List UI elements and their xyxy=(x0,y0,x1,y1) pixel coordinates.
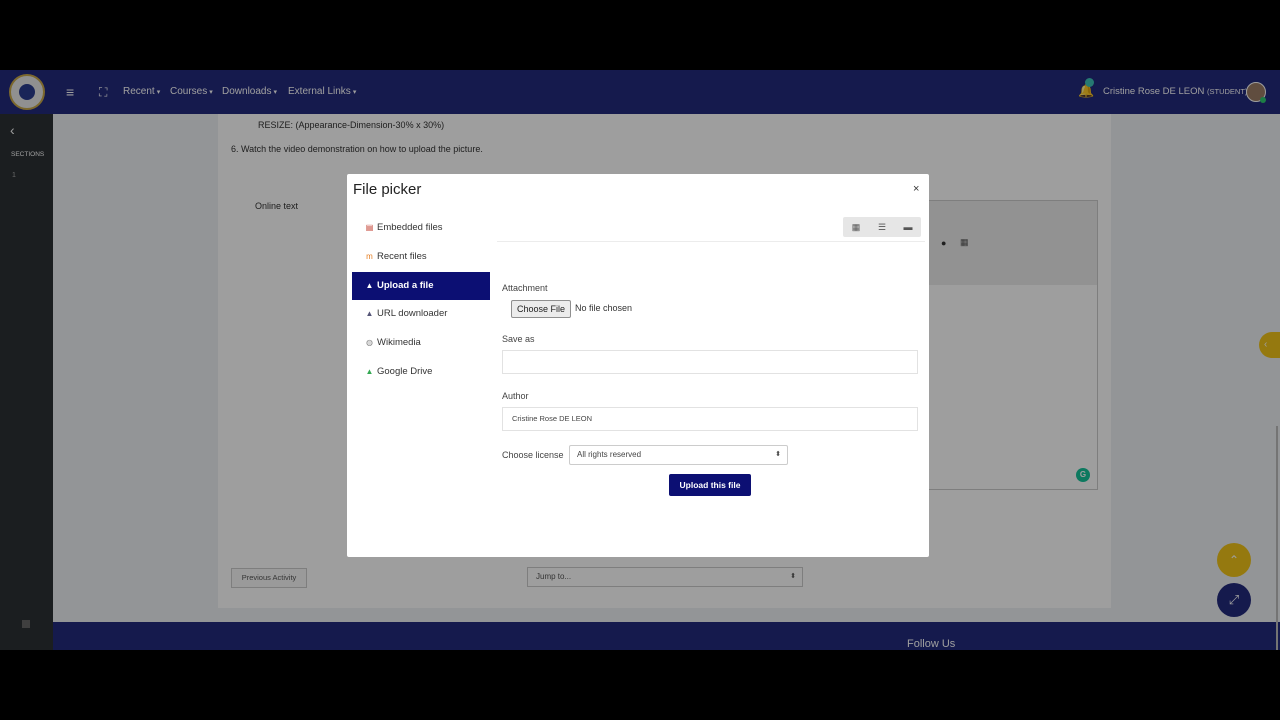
upload-this-file-button[interactable]: Upload this file xyxy=(669,474,751,496)
google-drive-icon: ▲ xyxy=(365,367,374,376)
file-picker-dialog: File picker × ▤ Embedded files m Recent fi… xyxy=(347,174,929,557)
wikimedia-icon: ◍ xyxy=(366,338,373,347)
view-toggle-group: ▦ ☰ ▬ xyxy=(843,217,921,237)
attachment-label: Attachment xyxy=(502,283,548,293)
repo-embedded-files[interactable]: ▤ Embedded files xyxy=(352,214,490,242)
folder-view-icon[interactable]: ▬ xyxy=(895,217,921,237)
dialog-title: File picker xyxy=(353,181,422,198)
file-status-text: No file chosen xyxy=(575,303,633,313)
choose-file-button[interactable]: Choose File xyxy=(511,300,571,318)
author-label: Author xyxy=(502,391,529,401)
recent-files-icon: m xyxy=(366,252,373,261)
repo-google-drive[interactable]: ▲ Google Drive xyxy=(352,358,490,386)
repo-wikimedia[interactable]: ◍ Wikimedia xyxy=(352,329,490,357)
author-input[interactable]: Cristine Rose DE LEON xyxy=(502,407,918,431)
save-as-input[interactable] xyxy=(502,350,918,374)
select-arrow-icon: ⬍ xyxy=(775,451,781,458)
grid-view-icon[interactable]: ▦ xyxy=(843,217,869,237)
embedded-files-icon: ▤ xyxy=(365,223,374,232)
save-as-label: Save as xyxy=(502,334,535,344)
license-label: Choose license xyxy=(502,450,564,460)
list-view-icon[interactable]: ☰ xyxy=(869,217,895,237)
upload-icon: ▲ xyxy=(365,281,374,290)
url-downloader-icon: ▲ xyxy=(365,309,374,318)
license-select[interactable]: All rights reserved ⬍ xyxy=(569,445,788,465)
close-icon[interactable]: × xyxy=(913,183,919,195)
repo-recent-files[interactable]: m Recent files xyxy=(352,243,490,271)
repo-url-downloader[interactable]: ▲ URL downloader xyxy=(352,300,490,328)
repo-upload-a-file[interactable]: ▲ Upload a file xyxy=(352,272,490,300)
toolbar-divider xyxy=(497,241,925,242)
browser-viewport: ≡ ⛶ Recent ▾ Courses ▾ Downloads ▾ External… xyxy=(0,70,1280,650)
